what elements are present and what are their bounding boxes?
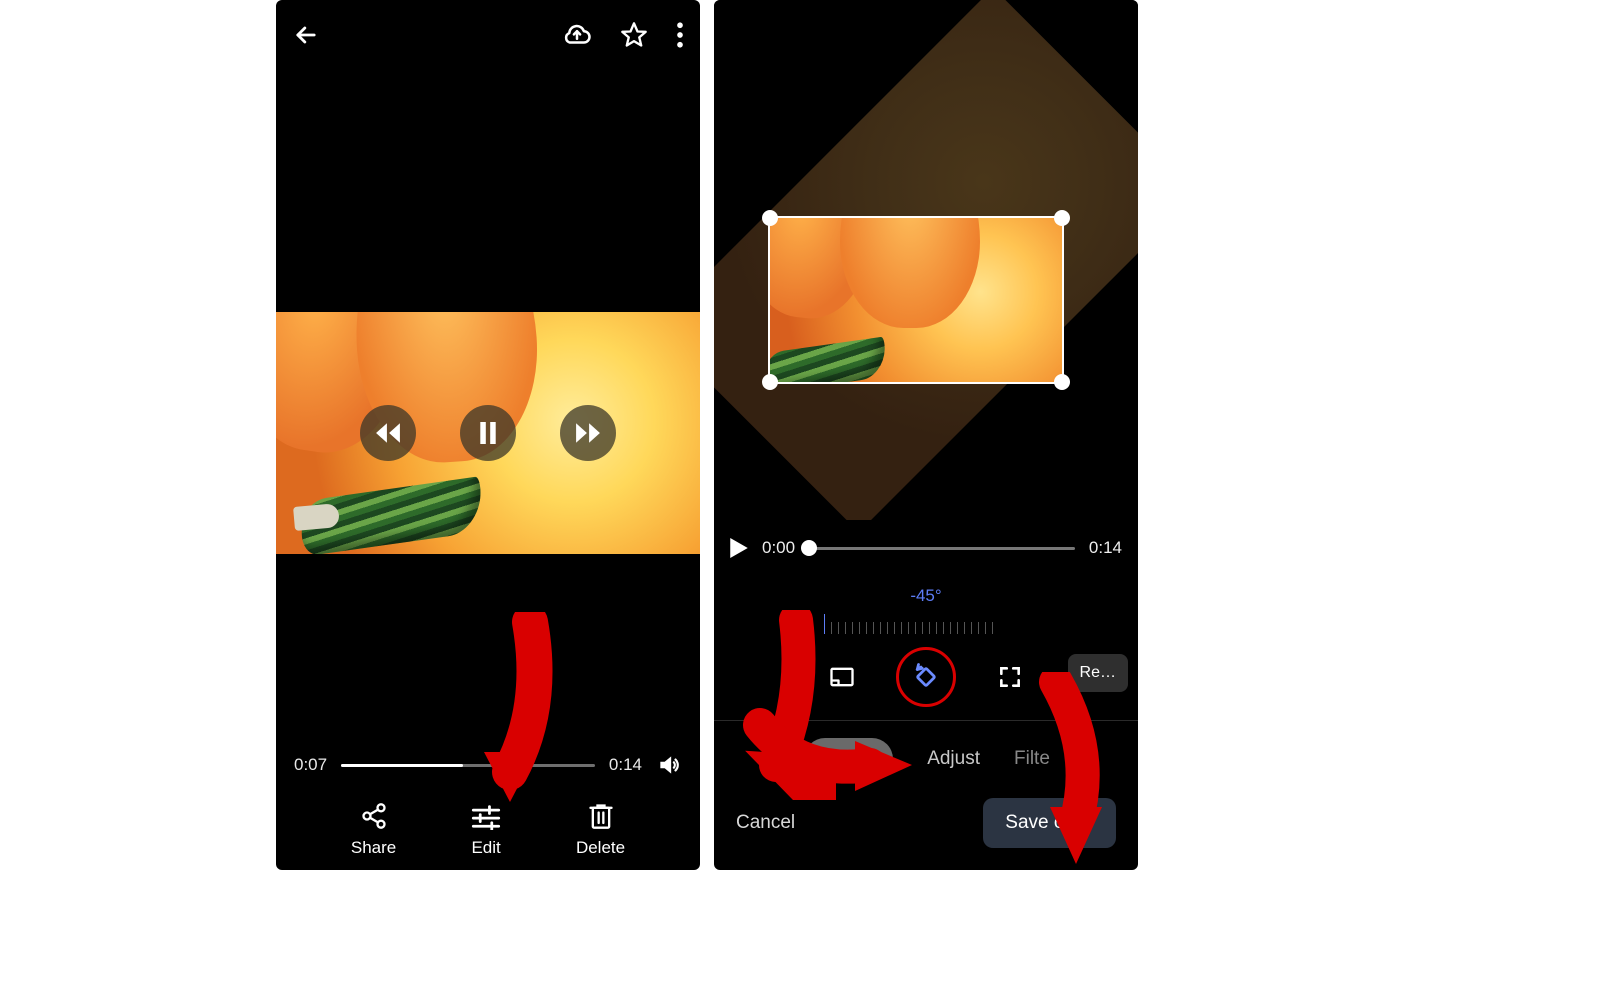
editor-scrubber[interactable]: 0:00 0:14 (730, 538, 1122, 558)
crop-handle-tr[interactable] (1054, 210, 1070, 226)
crop-handle-tl[interactable] (762, 210, 778, 226)
share-label: Share (351, 838, 396, 858)
scrubber-progress (341, 764, 463, 767)
delete-label: Delete (576, 838, 625, 858)
editor-duration: 0:14 (1089, 538, 1122, 558)
rotation-ruler[interactable] (821, 610, 1031, 634)
tab-crop[interactable]: Crop (804, 738, 893, 780)
editor-tabs: Crop Adjust Filte (714, 736, 1138, 782)
favorite-star-icon[interactable] (620, 21, 648, 49)
editor-bottom-row: Cancel Save copy (714, 798, 1138, 848)
video-scrubber[interactable]: 0:07 0:14 (294, 750, 682, 780)
save-copy-button[interactable]: Save copy (983, 798, 1116, 848)
bottom-actions-row: Share Edit Delete (276, 802, 700, 858)
playback-controls (360, 405, 616, 461)
cancel-label: Cancel (736, 812, 795, 833)
pause-button[interactable] (460, 405, 516, 461)
phone-screen-viewer: 0:07 0:14 Share Edit Delete (276, 0, 700, 870)
more-options-icon[interactable] (676, 22, 684, 48)
share-button[interactable]: Share (351, 802, 396, 858)
tab-filters-label: Filte (1014, 748, 1050, 769)
crop-handle-bl[interactable] (762, 374, 778, 390)
scrubber-thumb[interactable] (801, 540, 817, 556)
cancel-button[interactable]: Cancel (736, 812, 795, 834)
aspect-ratio-icon[interactable] (826, 661, 858, 693)
reset-label: Re… (1080, 664, 1116, 681)
reset-button[interactable]: Re… (1068, 654, 1128, 692)
cloud-upload-icon[interactable] (562, 20, 592, 50)
crop-canvas[interactable] (714, 0, 1138, 520)
crop-handle-br[interactable] (1054, 374, 1070, 390)
tab-adjust-label: Adjust (927, 748, 980, 769)
tab-filters[interactable]: Filte (1014, 740, 1050, 778)
save-label: Save copy (1005, 812, 1094, 833)
play-icon[interactable] (730, 538, 748, 558)
volume-icon[interactable] (656, 752, 682, 778)
editor-current-time: 0:00 (762, 538, 795, 558)
crop-rectangle[interactable] (770, 218, 1062, 382)
fast-forward-button[interactable] (560, 405, 616, 461)
delete-button[interactable]: Delete (576, 802, 625, 858)
editor-scrubber-track[interactable] (809, 547, 1075, 550)
rotate-button-highlighted[interactable] (896, 647, 956, 707)
rotation-angle-label: -45° (714, 586, 1138, 606)
tab-crop-label: Crop (828, 748, 869, 769)
expand-icon[interactable] (994, 661, 1026, 693)
section-divider (714, 720, 1138, 721)
rewind-button[interactable] (360, 405, 416, 461)
scrubber-track[interactable] (341, 764, 595, 767)
phone-screen-editor: 0:00 0:14 -45° Re… Crop (714, 0, 1138, 870)
tutorial-image: 0:07 0:14 Share Edit Delete (0, 0, 1600, 1000)
tab-adjust[interactable]: Adjust (927, 740, 980, 778)
edit-label: Edit (471, 838, 500, 858)
edit-button[interactable]: Edit (471, 804, 501, 858)
back-icon[interactable] (292, 21, 320, 49)
video-frame[interactable] (276, 312, 700, 554)
duration-label: 0:14 (609, 755, 642, 775)
current-time-label: 0:07 (294, 755, 327, 775)
viewer-top-bar (276, 0, 700, 70)
